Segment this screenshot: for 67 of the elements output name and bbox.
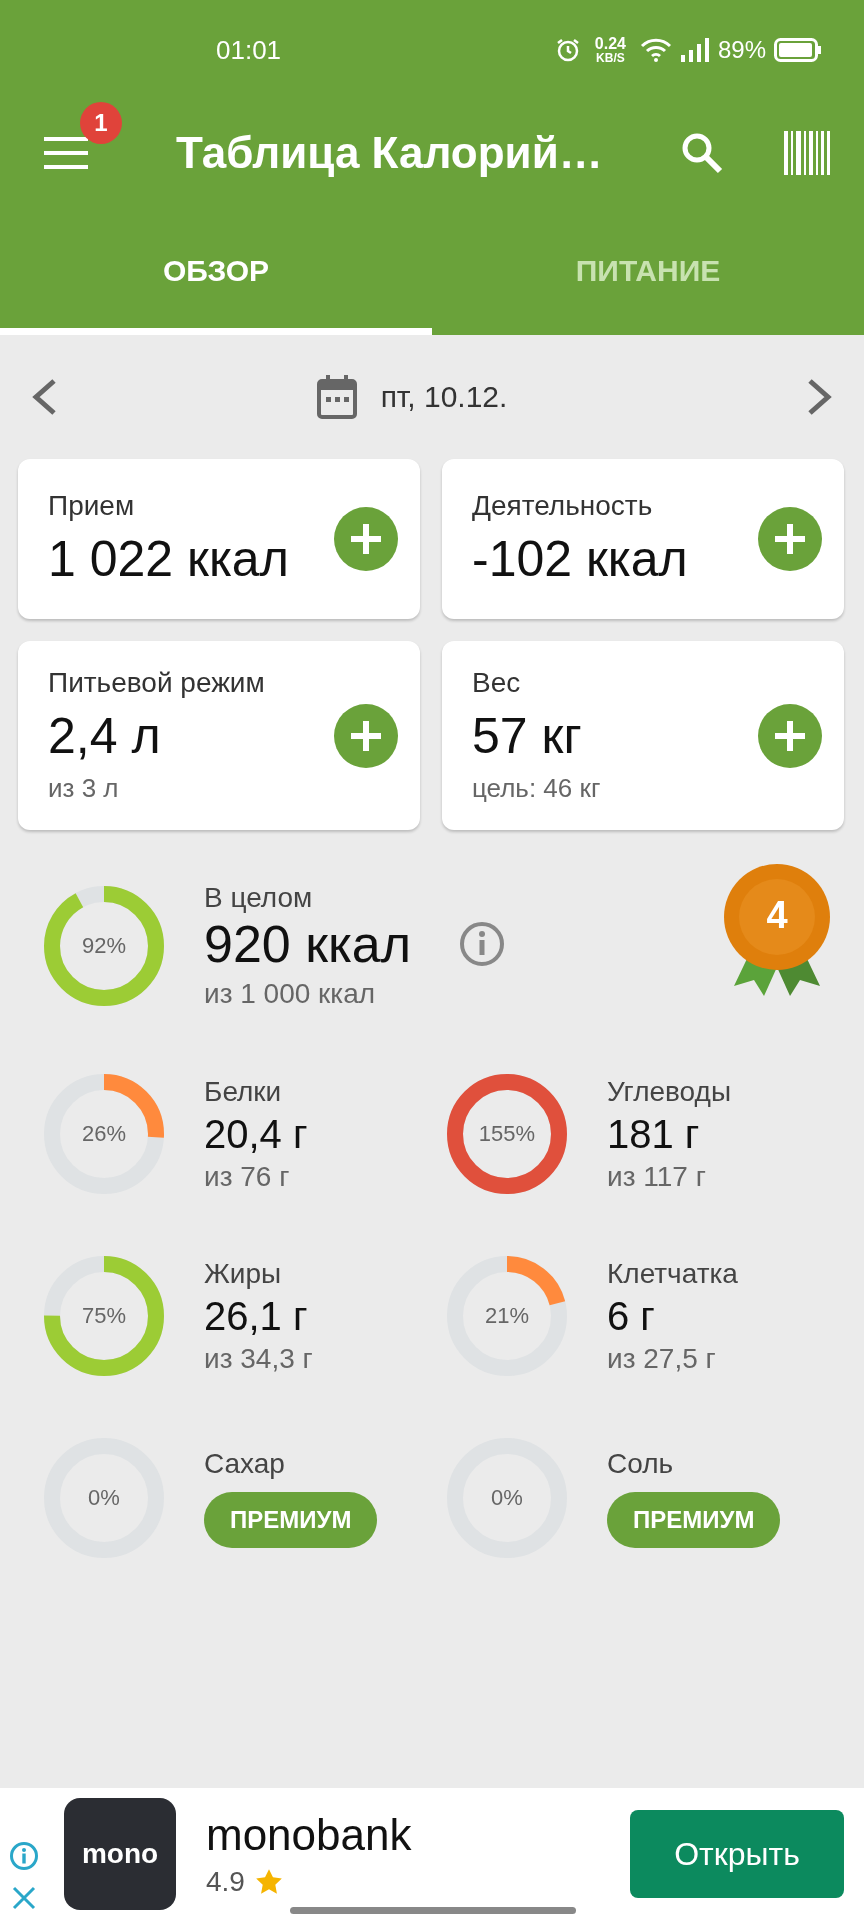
percent-label: 0% xyxy=(490,1485,524,1511)
battery-percent: 89% xyxy=(717,36,766,64)
menu-icon[interactable] xyxy=(44,135,88,170)
nutrient-label: Углеводы xyxy=(607,1075,732,1108)
nutrient-value: 26,1 г xyxy=(204,1293,308,1339)
star-icon xyxy=(254,1868,283,1896)
ad-app-name: monobank xyxy=(206,1810,413,1860)
nutrient-value: 6 г xyxy=(607,1293,655,1339)
rating-value: 4.9 xyxy=(206,1866,245,1898)
percent-label: 26% xyxy=(80,1121,127,1147)
wifi-icon xyxy=(639,38,672,62)
nutrient-goal: из 27,5 г xyxy=(607,1342,716,1375)
date-label[interactable]: пт, 10.12. xyxy=(380,380,508,414)
open-button[interactable]: Открыть xyxy=(630,1810,844,1898)
nutrient-value: 20,4 г xyxy=(204,1111,308,1157)
card-value: 2,4 л xyxy=(48,707,162,765)
percent-label: 92% xyxy=(80,933,127,959)
nutrient-goal: из 117 г xyxy=(607,1160,706,1193)
card-title: Прием xyxy=(48,490,136,522)
card-subtitle: из 3 л xyxy=(48,773,120,804)
summary-card[interactable]: Питьевой режим 2,4 л из 3 л xyxy=(18,641,420,830)
signal-icon xyxy=(679,38,710,62)
medal-number: 4 xyxy=(765,894,789,937)
nutrient-goal: из 34,3 г xyxy=(204,1342,313,1375)
nutrient-goal: из 76 г xyxy=(204,1160,290,1193)
nutrient-label: Соль xyxy=(607,1448,674,1480)
card-value: 1 022 ккал xyxy=(48,530,289,588)
overall-label: В целом xyxy=(204,882,314,914)
percent-label: 75% xyxy=(80,1303,127,1329)
overall-goal: из 1 000 ккал xyxy=(204,978,377,1010)
medal-icon xyxy=(724,864,830,998)
card-subtitle: цель: 46 кг xyxy=(472,773,601,804)
nutrient-label: Белки xyxy=(204,1075,282,1108)
info-icon[interactable] xyxy=(9,1841,39,1871)
summary-card[interactable]: Деятельность -102 ккал xyxy=(442,459,844,619)
barcode-icon[interactable] xyxy=(784,130,830,175)
calendar-icon[interactable] xyxy=(316,375,357,419)
network-speed: 0.24 xyxy=(594,36,626,52)
card-value: -102 ккал xyxy=(472,530,688,588)
percent-label: 0% xyxy=(87,1485,121,1511)
summary-card[interactable]: Вес 57 кг цель: 46 кг xyxy=(442,641,844,830)
nutrient-label: Жиры xyxy=(204,1257,282,1290)
percent-label: 155% xyxy=(477,1121,537,1147)
add-icon[interactable] xyxy=(758,703,822,768)
add-icon[interactable] xyxy=(758,507,822,571)
chevron-right-icon[interactable] xyxy=(806,377,834,417)
battery-icon xyxy=(774,38,822,62)
close-icon[interactable] xyxy=(11,1885,37,1911)
add-icon[interactable] xyxy=(334,507,398,571)
nutrient-label: Сахар xyxy=(204,1448,285,1480)
nutrient-value: 181 г xyxy=(607,1111,700,1157)
speed-unit: KB/S xyxy=(596,52,625,64)
status-time: 01:01 xyxy=(216,34,282,66)
card-title: Вес xyxy=(472,667,522,699)
nutrient-label: Клетчатка xyxy=(607,1257,738,1290)
overall-value: 920 ккал xyxy=(204,914,412,974)
info-icon[interactable] xyxy=(459,921,506,967)
percent-label: 21% xyxy=(483,1303,530,1329)
app-logo: mono xyxy=(64,1798,176,1910)
card-value: 57 кг xyxy=(472,707,583,765)
notification-badge: 1 xyxy=(80,101,122,144)
summary-card[interactable]: Прием 1 022 ккал xyxy=(18,459,420,619)
card-title: Деятельность xyxy=(472,490,654,522)
card-title: Питьевой режим xyxy=(48,667,265,699)
app-title: Таблица Калорий… xyxy=(176,127,604,178)
chevron-left-icon[interactable] xyxy=(30,377,58,417)
add-icon[interactable] xyxy=(334,703,398,768)
